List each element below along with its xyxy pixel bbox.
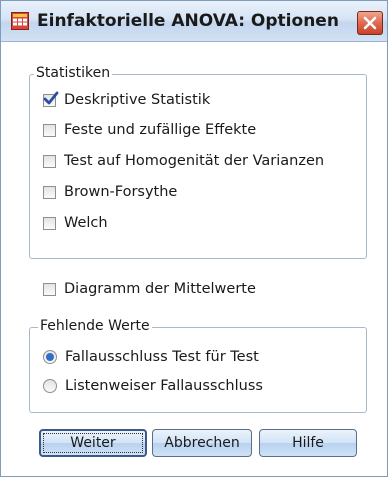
fehlende-werte-group	[29, 327, 367, 413]
checkbox-diagramm-der-mittelwerte[interactable]: Diagramm der Mittelwerte	[43, 278, 256, 300]
radio-label: Listenweiser Fallausschluss	[65, 378, 263, 394]
checkbox-feste-und-zufaellige-effekte[interactable]: Feste und zufällige Effekte	[43, 119, 256, 141]
checkbox-deskriptive-statistik[interactable]: Deskriptive Statistik	[43, 89, 210, 111]
checkbox-label: Welch	[64, 215, 108, 231]
checkbox[interactable]	[43, 282, 56, 296]
checkbox-label: Test auf Homogenität der Varianzen	[64, 153, 325, 169]
hilfe-button[interactable]: Hilfe	[259, 429, 357, 457]
radio-button[interactable]	[43, 379, 57, 393]
close-button[interactable]	[357, 11, 383, 35]
checkmark-icon	[43, 91, 59, 104]
abbrechen-button[interactable]: Abbrechen	[152, 429, 252, 457]
radio-fallausschluss-test-fuer-test[interactable]: Fallausschluss Test für Test	[43, 346, 259, 368]
checkbox-homogenitaet[interactable]: Test auf Homogenität der Varianzen	[43, 150, 324, 172]
fehlende-werte-legend: Fehlende Werte	[38, 318, 152, 334]
checkbox-label: Feste und zufällige Effekte	[64, 122, 257, 138]
checkbox[interactable]	[43, 123, 56, 137]
checkbox[interactable]	[43, 185, 56, 199]
radio-listenweiser-fallausschluss[interactable]: Listenweiser Fallausschluss	[43, 375, 263, 397]
checkbox[interactable]	[43, 91, 59, 107]
title-bar[interactable]: Einfaktorielle ANOVA: Optionen	[1, 1, 387, 42]
checkbox[interactable]	[43, 154, 56, 168]
checkbox-label: Brown-Forsythe	[64, 184, 178, 200]
radio-selected-dot	[46, 353, 54, 361]
close-icon	[363, 16, 377, 30]
checkbox-label: Deskriptive Statistik	[64, 92, 211, 108]
statistiken-legend: Statistiken	[34, 65, 113, 81]
spss-table-icon	[11, 12, 29, 30]
radio-button[interactable]	[43, 350, 57, 364]
weiter-button[interactable]: Weiter	[39, 429, 147, 457]
checkbox-label: Diagramm der Mittelwerte	[64, 281, 256, 297]
dialog-title: Einfaktorielle ANOVA: Optionen	[37, 11, 339, 31]
checkbox-brown-forsythe[interactable]: Brown-Forsythe	[43, 181, 177, 203]
radio-label: Fallausschluss Test für Test	[65, 349, 259, 365]
options-dialog: Einfaktorielle ANOVA: Optionen Statistik…	[0, 0, 388, 477]
checkbox-welch[interactable]: Welch	[43, 212, 108, 234]
checkbox[interactable]	[43, 216, 56, 230]
